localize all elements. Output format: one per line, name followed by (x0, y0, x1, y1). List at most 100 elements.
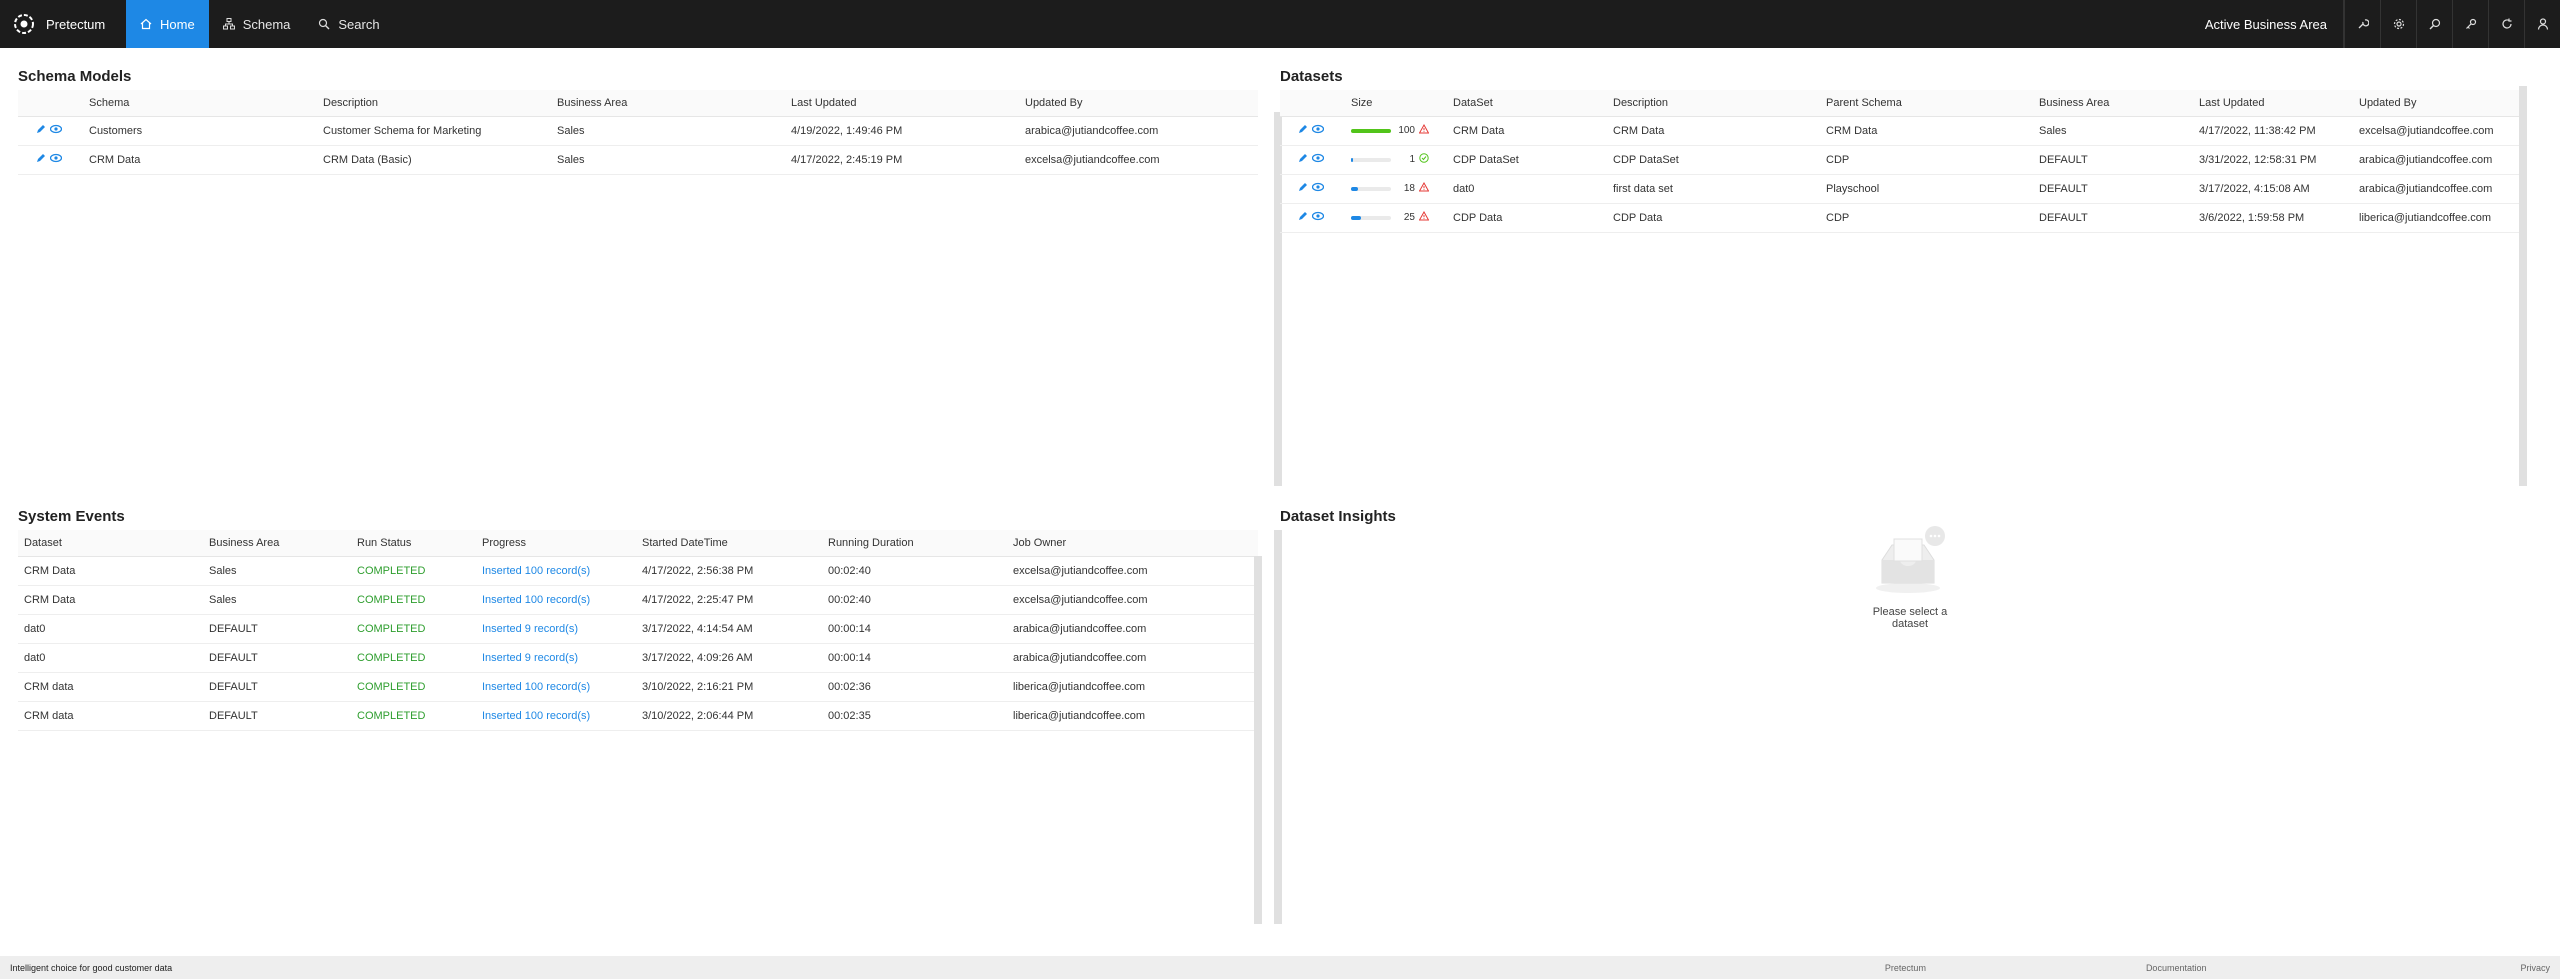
col-business-area[interactable]: Business Area (203, 530, 351, 557)
cell-business-area: Sales (551, 116, 785, 146)
dataset-insights-title: Dataset Insights (1280, 508, 1396, 525)
cell-progress[interactable]: Inserted 100 record(s) (476, 701, 636, 731)
table-row[interactable]: 25 CDP Data CDP Data CDP DEFAULT 3/6/2022, 1:… (1280, 203, 2520, 233)
edit-icon[interactable] (1298, 124, 1308, 137)
view-icon[interactable] (49, 153, 63, 166)
cell-dataset: CRM data (18, 672, 203, 702)
view-icon[interactable] (49, 124, 63, 137)
footer-link-documentation[interactable]: Documentation (2146, 963, 2207, 973)
col-started-datetime[interactable]: Started DateTime (636, 530, 822, 557)
cell-description: CDP DataSet (1607, 145, 1820, 175)
refresh-icon[interactable] (2488, 0, 2524, 48)
cell-run-status: COMPLETED (351, 643, 476, 673)
table-row[interactable]: dat0 DEFAULT COMPLETED Inserted 9 record(s)… (18, 643, 1258, 673)
col-last-updated[interactable]: Last Updated (2193, 90, 2353, 117)
cell-business-area: DEFAULT (203, 672, 351, 702)
cell-last-updated: 3/31/2022, 12:58:31 PM (2193, 145, 2353, 175)
edit-icon[interactable] (1298, 182, 1308, 195)
col-running-duration[interactable]: Running Duration (822, 530, 1007, 557)
cell-started-datetime: 3/17/2022, 4:09:26 AM (636, 643, 822, 673)
key-icon[interactable] (2452, 0, 2488, 48)
col-dataset[interactable]: DataSet (1447, 90, 1607, 117)
edit-icon[interactable] (36, 124, 46, 137)
table-row[interactable]: dat0 DEFAULT COMPLETED Inserted 9 record(s)… (18, 614, 1258, 644)
size-bar-fill (1351, 186, 1359, 191)
edit-icon[interactable] (36, 153, 46, 166)
zoom-search-icon[interactable] (2416, 0, 2452, 48)
nav-schema[interactable]: Schema (209, 0, 305, 48)
system-events-scrollbar[interactable] (1254, 556, 1262, 924)
col-description[interactable]: Description (317, 90, 551, 117)
schema-models-table: Schema Description Business Area Last Up… (18, 90, 1258, 175)
cell-progress[interactable]: Inserted 100 record(s) (476, 556, 636, 586)
cell-last-updated: 4/17/2022, 2:45:19 PM (785, 145, 1019, 175)
footer-link-privacy[interactable]: Privacy (2520, 963, 2550, 973)
col-business-area[interactable]: Business Area (2033, 90, 2193, 117)
table-row[interactable]: 100 CRM Data CRM Data CRM Data Sales 4/17/202… (1280, 116, 2520, 146)
cell-progress[interactable]: Inserted 100 record(s) (476, 585, 636, 615)
cell-dataset: CDP DataSet (1447, 145, 1607, 175)
nav-search[interactable]: Search (304, 0, 393, 48)
cell-updated-by: arabica@jutiandcoffee.com (2353, 174, 2520, 204)
active-business-area[interactable]: Active Business Area (2189, 0, 2344, 48)
col-business-area[interactable]: Business Area (551, 90, 785, 117)
cell-parent-schema: CDP (1820, 145, 2033, 175)
col-updated-by[interactable]: Updated By (1019, 90, 1258, 117)
table-row[interactable]: 1 CDP DataSet CDP DataSet CDP DEFAULT 3/31/20… (1280, 145, 2520, 175)
view-icon[interactable] (1311, 153, 1325, 166)
warning-icon (1418, 181, 1430, 195)
col-description[interactable]: Description (1607, 90, 1820, 117)
edit-icon[interactable] (1298, 211, 1308, 224)
view-icon[interactable] (1311, 124, 1325, 137)
view-icon[interactable] (1311, 182, 1325, 195)
user-icon[interactable] (2524, 0, 2560, 48)
size-bar (1351, 186, 1391, 191)
search-icon (318, 18, 330, 30)
cell-dataset: CDP Data (1447, 203, 1607, 233)
check-circle-icon (1419, 153, 1429, 166)
table-row[interactable]: CRM data DEFAULT COMPLETED Inserted 100 rec… (18, 672, 1258, 702)
cell-business-area: DEFAULT (2033, 174, 2193, 204)
col-last-updated[interactable]: Last Updated (785, 90, 1019, 117)
col-progress[interactable]: Progress (476, 530, 636, 557)
brand[interactable]: Pretectum (0, 0, 126, 48)
nav-home[interactable]: Home (126, 0, 209, 48)
cell-business-area: Sales (203, 585, 351, 615)
table-row[interactable]: 18 dat0 first data set Playschool DEFAULT 3/1… (1280, 174, 2520, 204)
cell-progress[interactable]: Inserted 9 record(s) (476, 643, 636, 673)
cell-last-updated: 4/19/2022, 1:49:46 PM (785, 116, 1019, 146)
size-bar (1351, 128, 1391, 133)
col-updated-by[interactable]: Updated By (2353, 90, 2520, 117)
table-row[interactable]: CRM Data CRM Data (Basic) Sales 4/17/202… (18, 145, 1258, 175)
table-row[interactable]: CRM Data Sales COMPLETED Inserted 100 recor… (18, 585, 1258, 615)
col-run-status[interactable]: Run Status (351, 530, 476, 557)
col-parent-schema[interactable]: Parent Schema (1820, 90, 2033, 117)
wrench-icon[interactable] (2344, 0, 2380, 48)
cell-job-owner: arabica@jutiandcoffee.com (1007, 614, 1258, 644)
col-size[interactable]: Size (1345, 90, 1447, 117)
size-bar (1351, 157, 1391, 162)
datasets-scrollbar[interactable] (2519, 86, 2527, 486)
home-icon (140, 18, 152, 30)
col-schema[interactable]: Schema (83, 90, 317, 117)
settings-icon[interactable] (2380, 0, 2416, 48)
col-dataset[interactable]: Dataset (18, 530, 203, 557)
edit-icon[interactable] (1298, 153, 1308, 166)
cell-business-area: Sales (551, 145, 785, 175)
footer-link-pretectum[interactable]: Pretectum (1885, 963, 1926, 973)
table-row[interactable]: CRM data DEFAULT COMPLETED Inserted 100 rec… (18, 701, 1258, 731)
top-bar: Pretectum Home Schema Search Active Busi… (0, 0, 2560, 48)
table-row[interactable]: Customers Customer Schema for Marketing … (18, 116, 1258, 146)
col-job-owner[interactable]: Job Owner (1007, 530, 1258, 557)
cell-business-area: DEFAULT (2033, 203, 2193, 233)
actions-header (18, 90, 83, 117)
cell-progress[interactable]: Inserted 9 record(s) (476, 614, 636, 644)
size-bar-fill (1351, 157, 1353, 162)
cell-dataset: CRM Data (1447, 116, 1607, 146)
insights-scrollbar[interactable] (1274, 530, 1282, 924)
cell-progress[interactable]: Inserted 100 record(s) (476, 672, 636, 702)
table-row[interactable]: CRM Data Sales COMPLETED Inserted 100 recor… (18, 556, 1258, 586)
view-icon[interactable] (1311, 211, 1325, 224)
cell-updated-by: arabica@jutiandcoffee.com (1019, 116, 1258, 146)
size-value: 100 (1398, 125, 1415, 136)
